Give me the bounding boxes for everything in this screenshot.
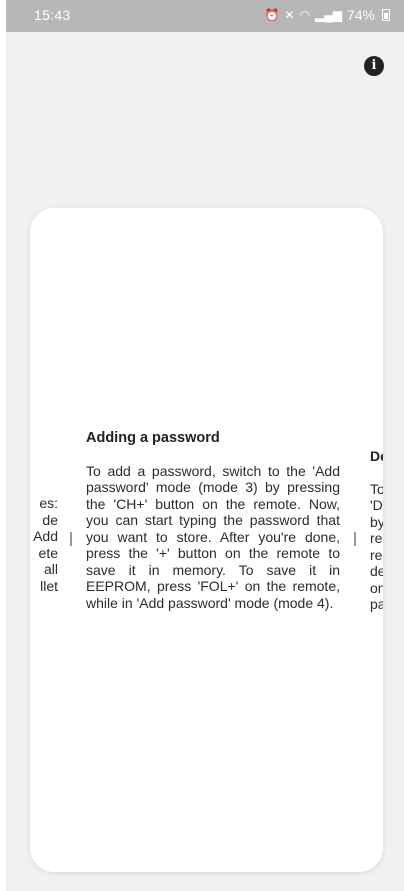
slide-divider-left <box>70 532 72 546</box>
current-slide: Adding a password To add a password, swi… <box>86 430 340 611</box>
info-icon: i <box>371 58 377 73</box>
instructions-card[interactable]: es: de Add ete all llet Adding a passwor… <box>30 208 383 872</box>
alarm-icon: ⏰ <box>264 8 280 22</box>
next-slide-body: To 'De by ren ren del on pas <box>370 480 383 613</box>
mute-icon: ✕ <box>284 8 295 22</box>
signal-icon: ▂▄▆ <box>315 8 342 22</box>
app-screen: 15:43 ⏰ ✕ ◠ ▂▄▆ 74% i es: de Add ete all… <box>6 0 404 891</box>
next-slide-fragment: Del To 'De by ren ren del on pas <box>370 448 383 613</box>
battery-percent: 74% <box>346 7 375 23</box>
previous-slide-fragment: es: de Add ete all llet <box>33 495 58 594</box>
next-slide-title: Del <box>370 448 383 464</box>
slide-title: Adding a password <box>86 430 220 446</box>
wifi-icon: ◠ <box>299 8 310 22</box>
slide-divider-right <box>354 532 356 546</box>
info-button[interactable]: i <box>364 56 384 76</box>
battery-icon <box>382 9 390 21</box>
slide-body: To add a password, switch to the 'Add pa… <box>86 462 340 611</box>
status-time: 15:43 <box>34 7 71 23</box>
status-bar: 15:43 ⏰ ✕ ◠ ▂▄▆ 74% <box>6 0 404 32</box>
status-icons: ⏰ ✕ ◠ ▂▄▆ 74% <box>264 7 390 23</box>
